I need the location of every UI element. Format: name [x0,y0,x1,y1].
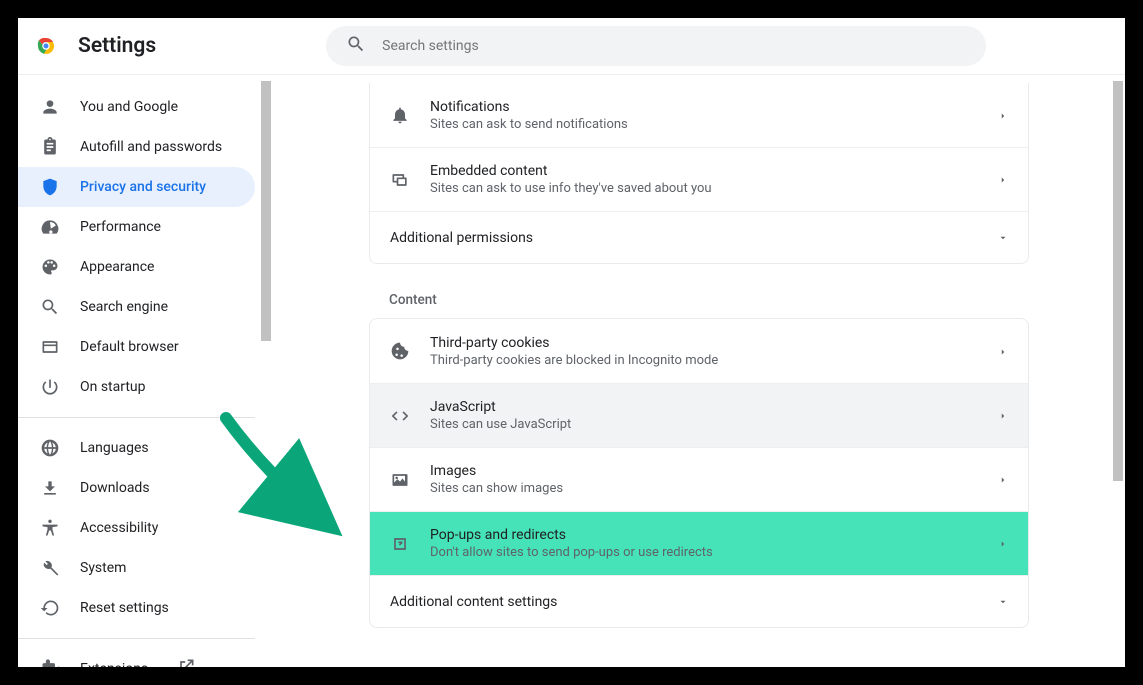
power-icon [40,377,60,397]
sidebar-item-on-startup[interactable]: On startup [18,367,255,407]
chrome-logo-icon [34,34,58,58]
row-title: Third-party cookies [430,335,978,351]
sidebar: You and Google Autofill and passwords Priv… [18,75,273,667]
row-subtitle: Don't allow sites to send pop-ups or use… [430,545,978,560]
additional-content-settings-row[interactable]: Additional content settings [370,575,1028,627]
popup-icon [390,534,410,554]
sidebar-scrollbar[interactable] [261,81,271,341]
sidebar-item-label: Downloads [80,480,150,496]
chevron-down-icon [998,592,1008,611]
row-subtitle: Third-party cookies are blocked in Incog… [430,353,978,368]
row-title: JavaScript [430,399,978,415]
sidebar-item-label: Default browser [80,339,179,355]
restore-icon [40,598,60,618]
search-settings[interactable] [326,26,986,66]
row-subtitle: Sites can show images [430,481,978,496]
sidebar-item-you-and-google[interactable]: You and Google [18,87,255,127]
wrench-icon [40,558,60,578]
sidebar-item-label: Appearance [80,259,154,275]
clipboard-icon [40,137,60,157]
chevron-right-icon [998,170,1008,189]
row-subtitle: Sites can ask to use info they've saved … [430,181,978,196]
download-icon [40,478,60,498]
sidebar-item-label: You and Google [80,99,178,115]
page-title: Settings [78,34,156,58]
sidebar-item-languages[interactable]: Languages [18,428,255,468]
sidebar-item-accessibility[interactable]: Accessibility [18,508,255,548]
shield-icon [40,177,60,197]
bell-icon [390,105,410,125]
setting-row-notifications[interactable]: Notifications Sites can ask to send noti… [370,83,1028,147]
additional-permissions-row[interactable]: Additional permissions [370,211,1028,263]
sidebar-item-autofill[interactable]: Autofill and passwords [18,127,255,167]
chevron-right-icon [998,534,1008,553]
speed-icon [40,217,60,237]
setting-row-images[interactable]: Images Sites can show images [370,447,1028,511]
setting-row-popups[interactable]: Pop-ups and redirects Don't allow sites … [370,511,1028,575]
sidebar-item-label: Autofill and passwords [80,139,222,155]
sidebar-item-downloads[interactable]: Downloads [18,468,255,508]
search-icon [346,34,366,58]
sidebar-item-label: Performance [80,219,161,235]
row-title: Embedded content [430,163,978,179]
code-icon [390,406,410,426]
row-subtitle: Sites can use JavaScript [430,417,978,432]
sidebar-item-privacy[interactable]: Privacy and security [18,167,255,207]
setting-row-cookies[interactable]: Third-party cookies Third-party cookies … [370,319,1028,383]
setting-row-embedded[interactable]: Embedded content Sites can ask to use in… [370,147,1028,211]
embed-icon [390,170,410,190]
sidebar-item-label: Languages [80,440,149,456]
row-title: Pop-ups and redirects [430,527,978,543]
sidebar-item-appearance[interactable]: Appearance [18,247,255,287]
person-icon [40,97,60,117]
chevron-right-icon [998,342,1008,361]
sidebar-item-label: On startup [80,379,146,395]
cookie-icon [390,341,410,361]
chevron-right-icon [998,106,1008,125]
search-input[interactable] [382,38,966,54]
main-content: Notifications Sites can ask to send noti… [273,75,1125,667]
row-title: Additional permissions [390,230,978,246]
chevron-right-icon [998,470,1008,489]
sidebar-item-label: System [80,560,126,576]
open-external-icon [176,657,196,667]
row-title: Additional content settings [390,594,978,610]
extension-icon [40,659,60,667]
sidebar-item-search-engine[interactable]: Search engine [18,287,255,327]
browser-icon [40,337,60,357]
search-icon [40,297,60,317]
sidebar-item-label: Reset settings [80,600,169,616]
row-title: Images [430,463,978,479]
chevron-down-icon [998,228,1008,247]
sidebar-item-label: Accessibility [80,520,158,536]
sidebar-item-label: Privacy and security [80,179,206,195]
content-section-label: Content [369,292,1029,318]
sidebar-item-extensions[interactable]: Extensions [18,649,255,667]
globe-icon [40,438,60,458]
setting-row-javascript[interactable]: JavaScript Sites can use JavaScript [370,383,1028,447]
image-icon [390,470,410,490]
row-subtitle: Sites can ask to send notifications [430,117,978,132]
sidebar-item-default-browser[interactable]: Default browser [18,327,255,367]
sidebar-item-label: Extensions [80,661,148,667]
sidebar-item-label: Search engine [80,299,168,315]
header: Settings [18,18,1125,74]
sidebar-item-performance[interactable]: Performance [18,207,255,247]
chevron-right-icon [998,406,1008,425]
palette-icon [40,257,60,277]
main-scrollbar[interactable] [1113,81,1123,481]
accessibility-icon [40,518,60,538]
sidebar-item-reset[interactable]: Reset settings [18,588,255,628]
sidebar-item-system[interactable]: System [18,548,255,588]
row-title: Notifications [430,99,978,115]
